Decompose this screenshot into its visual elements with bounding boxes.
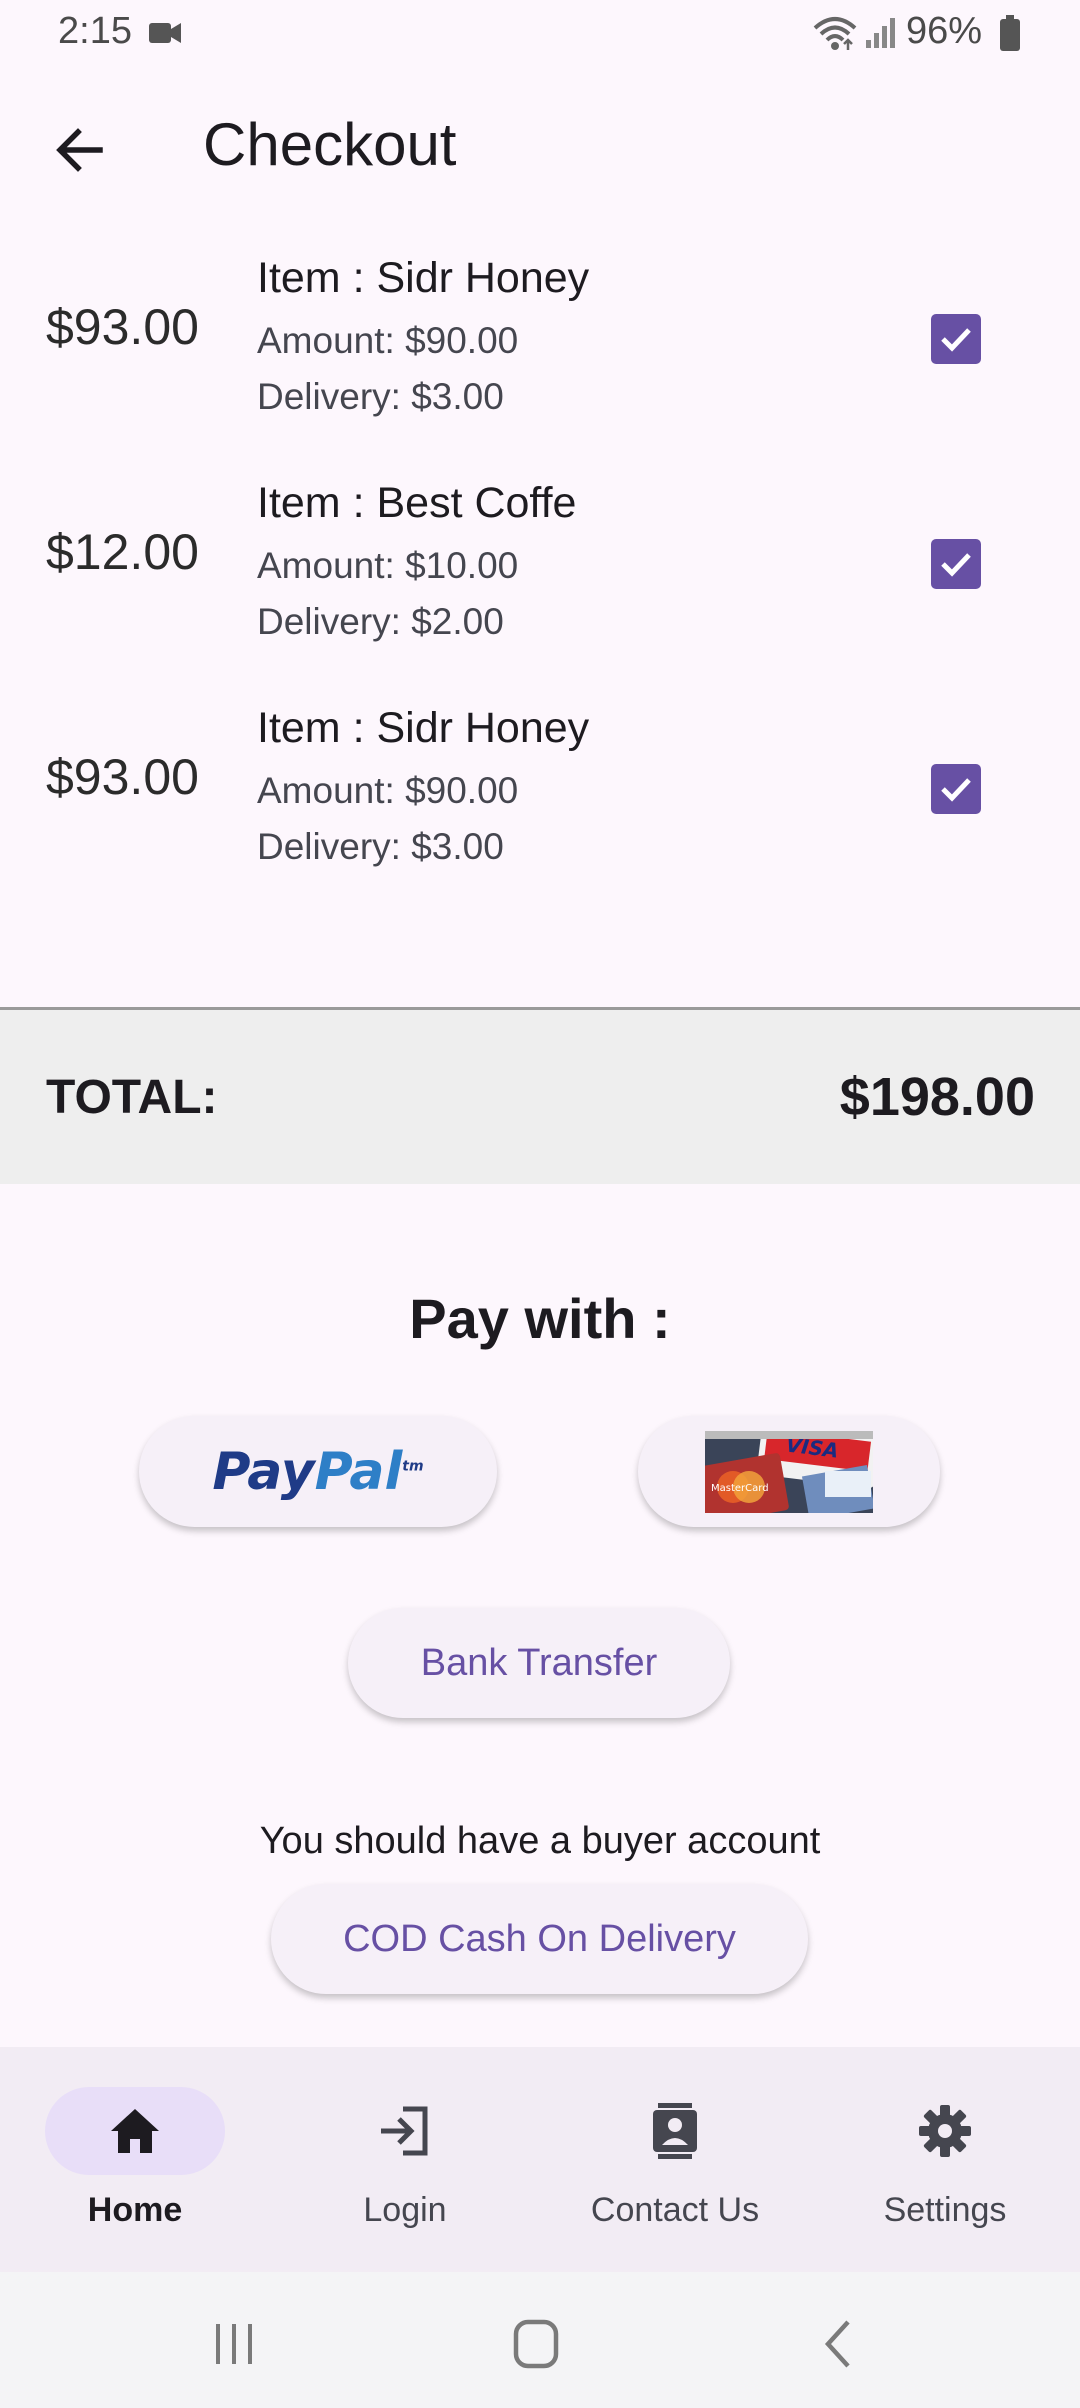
item-delivery: Delivery: $2.00 [257, 601, 504, 642]
cart-item: $12.00 Item : Best Coffe Amount: $10.00 … [0, 465, 1080, 675]
credit-card-button[interactable]: VISA MasterCard [638, 1416, 940, 1527]
item-amount: Amount: $90.00 [257, 770, 519, 811]
cod-label: COD Cash On Delivery [343, 1917, 736, 1960]
item-price: $12.00 [46, 524, 199, 580]
nav-label-login: Login [363, 2191, 447, 2229]
total-label: TOTAL: [46, 1071, 218, 1124]
back-button[interactable] [40, 110, 120, 190]
item-price: $93.00 [46, 749, 199, 805]
item-name: Item : Best Coffe [257, 479, 577, 527]
signal-icon [866, 18, 895, 48]
home-icon [111, 2109, 159, 2153]
app-bar: Checkout [0, 80, 1080, 220]
buyer-account-note: You should have a buyer account [259, 1820, 821, 1862]
check-icon [941, 778, 971, 802]
check-icon [941, 328, 971, 352]
item-delivery: Delivery: $3.00 [257, 826, 504, 867]
item-checkbox[interactable] [931, 764, 981, 814]
pay-with-heading: Pay with : [409, 1287, 671, 1350]
mastercard-text: MasterCard [711, 1483, 769, 1494]
cart-item: $93.00 Item : Sidr Honey Amount: $90.00 … [0, 240, 1080, 450]
nav-item-settings[interactable]: Settings [810, 2047, 1080, 2272]
page-title: Checkout [203, 111, 457, 178]
nav-label-contact: Contact Us [590, 2191, 760, 2229]
total-value: $198.00 [839, 1067, 1035, 1127]
arrow-back-icon [56, 128, 103, 172]
status-time: 2:15 [58, 10, 132, 52]
item-name: Item : Sidr Honey [257, 704, 590, 752]
battery-icon [1000, 15, 1020, 51]
video-camera-icon [149, 23, 181, 43]
contact-card-icon [653, 2103, 697, 2159]
nav-label-settings: Settings [883, 2191, 1007, 2229]
recent-apps-icon[interactable] [204, 2316, 264, 2372]
system-nav-bar [0, 2272, 1080, 2408]
bank-transfer-label: Bank Transfer [420, 1641, 658, 1684]
nav-label-home: Home [87, 2191, 183, 2229]
paypal-logo: PayPaltm [212, 1441, 424, 1502]
nav-item-home[interactable]: Home [0, 2047, 270, 2272]
nav-item-contact[interactable]: Contact Us [540, 2047, 810, 2272]
check-icon [941, 553, 971, 577]
item-checkbox[interactable] [931, 314, 981, 364]
home-circle-icon[interactable] [506, 2316, 566, 2372]
bank-transfer-button[interactable]: Bank Transfer [348, 1608, 730, 1718]
item-name: Item : Sidr Honey [257, 254, 590, 302]
item-delivery: Delivery: $3.00 [257, 376, 504, 417]
wifi-icon [813, 17, 857, 50]
back-chevron-icon[interactable] [810, 2316, 870, 2372]
gear-icon [919, 2105, 971, 2157]
battery-percent: 96% [906, 10, 983, 52]
paypal-button[interactable]: PayPaltm [139, 1416, 497, 1527]
nav-item-login[interactable]: Login [270, 2047, 540, 2272]
credit-cards-image: VISA MasterCard [705, 1430, 873, 1513]
item-price: $93.00 [46, 299, 199, 355]
cart-item: $93.00 Item : Sidr Honey Amount: $90.00 … [0, 690, 1080, 900]
total-bar: TOTAL: $198.00 [0, 1007, 1080, 1184]
cod-button[interactable]: COD Cash On Delivery [271, 1884, 808, 1994]
item-checkbox[interactable] [931, 539, 981, 589]
item-amount: Amount: $10.00 [257, 545, 519, 586]
status-bar: 2:15 96% [0, 0, 1080, 68]
bottom-nav: Home Login Contact Us Settings [0, 2047, 1080, 2272]
login-icon [381, 2106, 428, 2156]
item-amount: Amount: $90.00 [257, 320, 519, 361]
